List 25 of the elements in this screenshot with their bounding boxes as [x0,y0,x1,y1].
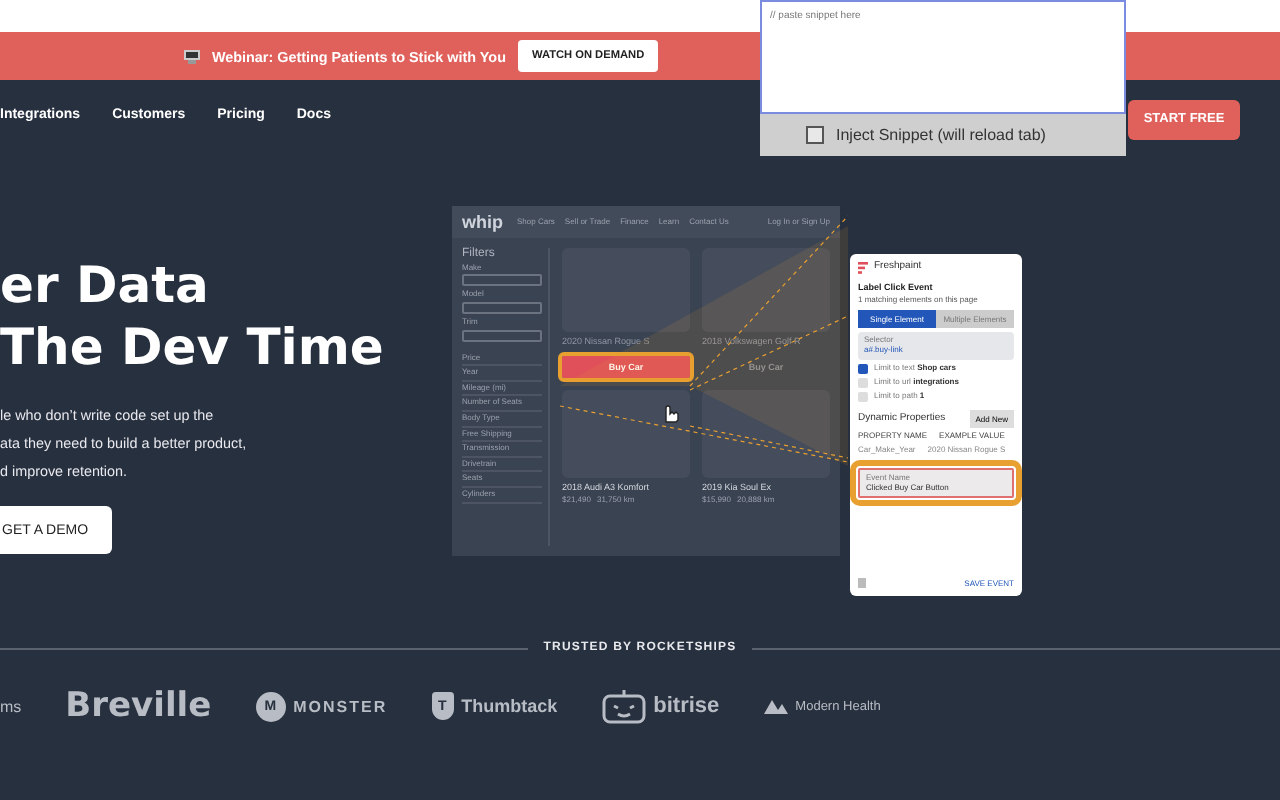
checkbox[interactable] [806,126,824,144]
company-logo: ms [0,697,22,715]
filter-field [462,329,542,342]
trash-icon [858,578,866,588]
hero-title: er Data The Dev Time [0,254,384,378]
checkbox-label: Inject Snippet (will reload tab) [836,126,1046,144]
checkbox[interactable] [858,391,868,402]
site-logo: whip [462,212,503,232]
checkbox[interactable] [858,363,868,374]
company-logo: Thumbtack [461,696,558,716]
brand-logo-icon [858,262,868,274]
company-logo: Breville [65,686,212,726]
filter-field [462,274,542,287]
cursor-icon [662,402,680,424]
filter-field [462,302,542,315]
car-card [702,390,830,479]
checkbox[interactable] [858,377,868,388]
company-logo: bitrise [653,694,720,718]
robot-icon [601,688,646,724]
computer-icon [184,49,200,63]
car-card [702,248,830,332]
car-card [562,248,690,332]
company-logo: MONSTER [293,697,388,715]
car-card [562,390,690,479]
mountain-icon [763,699,788,713]
